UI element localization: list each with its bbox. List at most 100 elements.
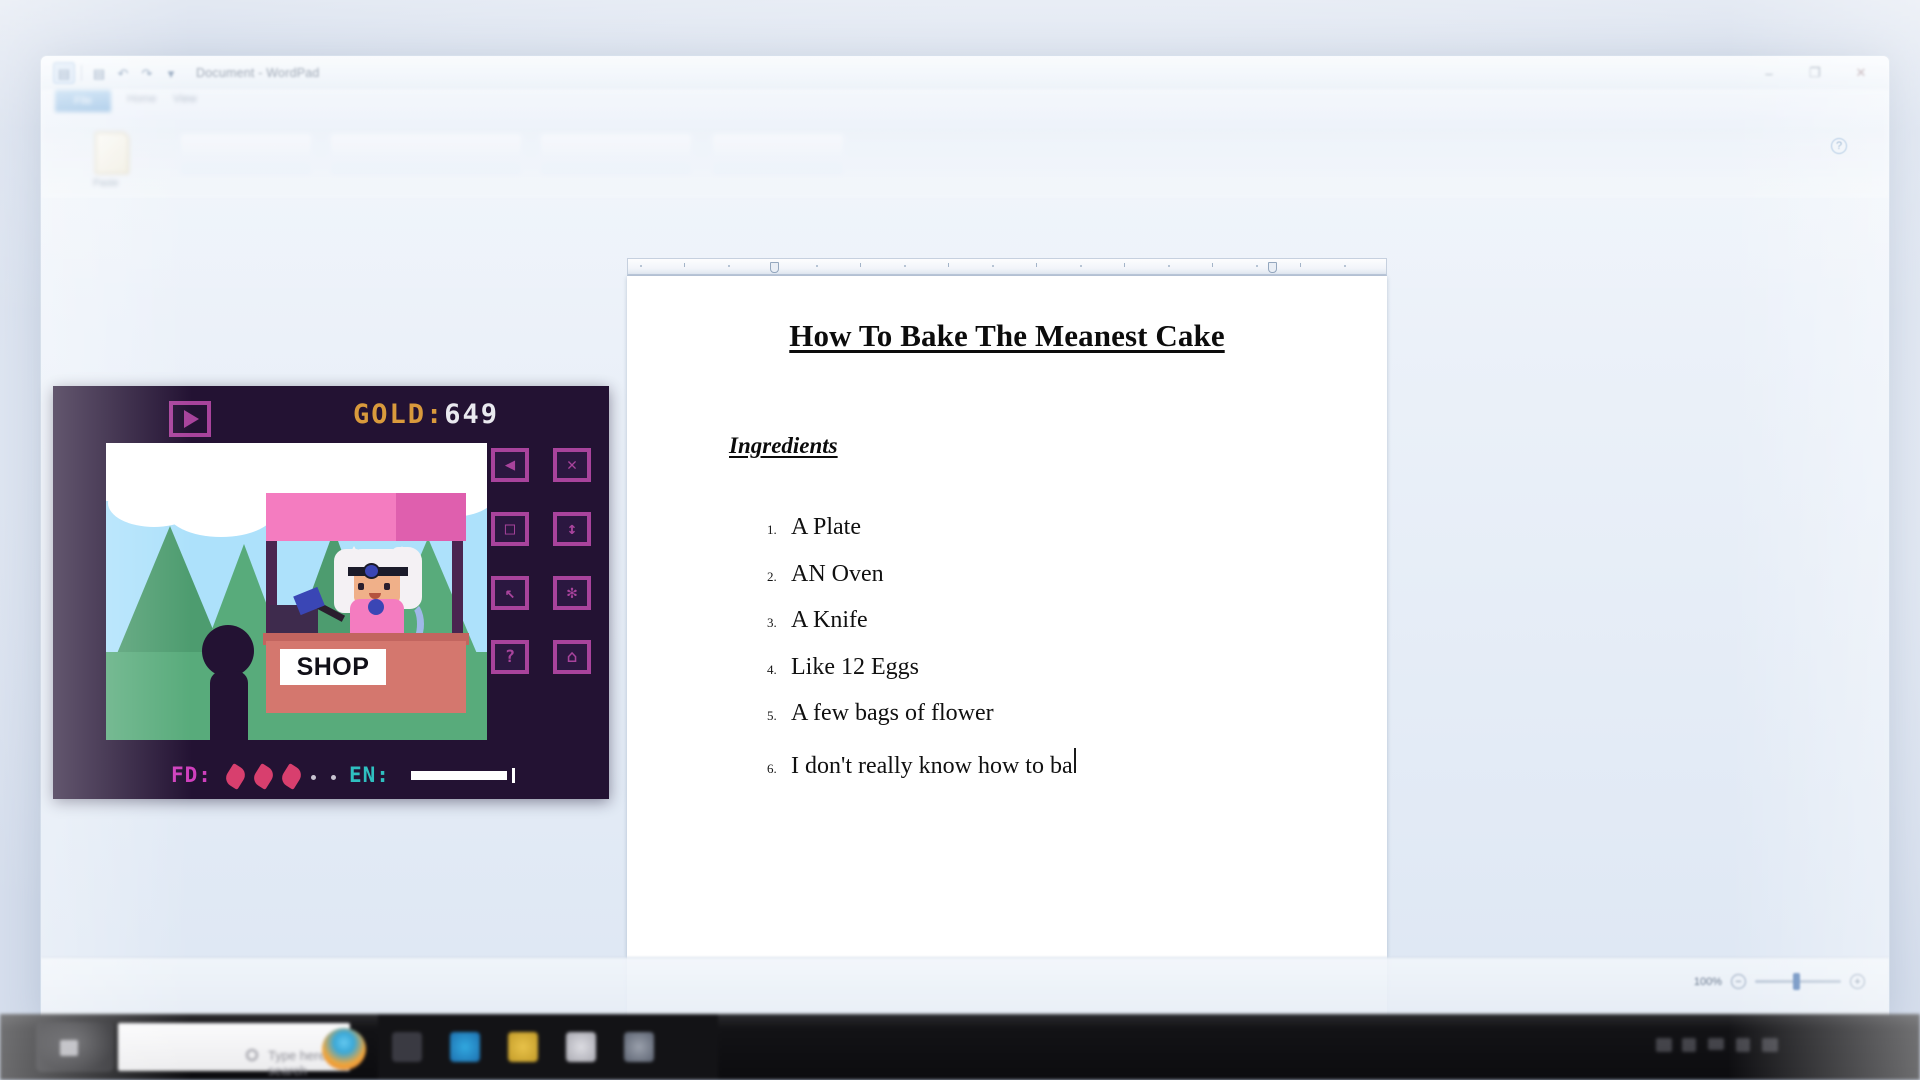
play-icon <box>184 410 199 428</box>
customer-body <box>210 671 248 740</box>
settings-glyph: ✻ <box>567 585 577 602</box>
list-item: 4. Like 12 Eggs <box>767 655 1341 679</box>
list-item: 2. AN Oven <box>767 562 1341 586</box>
right-indent-marker[interactable] <box>1268 262 1277 273</box>
list-item-number: 2. <box>767 570 791 583</box>
minimize-button[interactable]: – <box>1747 61 1791 85</box>
search-icon <box>246 1049 258 1061</box>
ribbon-group-insert[interactable] <box>541 134 691 174</box>
shop-sign-label: SHOP <box>297 653 370 682</box>
cat-eye-left <box>358 583 364 590</box>
search-input[interactable]: Type here to search <box>118 1023 350 1071</box>
list-item-label: I don't really know how to ba <box>791 754 1073 778</box>
exit-glyph: ⌂ <box>567 649 577 666</box>
ribbon-group-font[interactable] <box>181 134 311 174</box>
zoom-level-label: 100% <box>1694 976 1722 988</box>
customer-head <box>202 625 254 677</box>
ribbon-group-editing[interactable] <box>713 134 843 174</box>
zoom-slider[interactable] <box>1755 980 1841 983</box>
zoom-out-button[interactable]: − <box>1731 974 1746 989</box>
taskbar[interactable]: Type here to search <box>0 1014 1920 1080</box>
shop-sign[interactable]: SHOP <box>280 649 386 685</box>
window-title: Document - WordPad <box>196 66 320 80</box>
window-controls[interactable]: – ❐ ✕ <box>1747 56 1883 90</box>
text-cursor <box>1074 748 1076 773</box>
pinned-apps-group[interactable] <box>378 1014 718 1080</box>
inventory-glyph: □ <box>505 521 515 538</box>
tab-view[interactable]: View <box>173 93 197 105</box>
close-icon[interactable]: ✕ <box>553 448 591 482</box>
system-tray[interactable] <box>1650 1028 1900 1068</box>
sound-icon[interactable]: ◀ <box>491 448 529 482</box>
food-pip-empty <box>331 775 336 780</box>
close-button[interactable]: ✕ <box>1839 61 1883 85</box>
stall-awning-right <box>396 493 466 541</box>
sound-glyph: ◀ <box>505 457 515 474</box>
energy-label: EN: <box>349 763 390 787</box>
game-top-bar: GOLD:649 <box>53 386 609 448</box>
cat-goggle-lens <box>363 563 380 579</box>
list-item-label: A Knife <box>791 608 868 632</box>
paste-button[interactable] <box>95 132 129 174</box>
app-menu-icon[interactable]: ▤ <box>53 62 75 84</box>
expand-icon[interactable]: ↖ <box>491 576 529 610</box>
document-page[interactable]: How To Bake The Meanest Cake Ingredients… <box>627 276 1387 1020</box>
help-icon[interactable]: ? <box>1831 138 1847 154</box>
list-item-number: 4. <box>767 663 791 676</box>
tab-home[interactable]: Home <box>127 93 156 105</box>
quick-access-toolbar[interactable]: ▤ ▤ ↶ ↷ ▾ <box>41 62 182 84</box>
ribbon-group-paragraph[interactable] <box>331 134 521 174</box>
cat-eye-right <box>384 583 390 590</box>
help-glyph: ? <box>505 649 515 666</box>
undo-icon[interactable]: ↶ <box>112 62 134 84</box>
list-item-label: A Plate <box>791 515 861 539</box>
exit-icon[interactable]: ⌂ <box>553 640 591 674</box>
wordpad-titlebar[interactable]: ▤ ▤ ↶ ↷ ▾ Document - WordPad – ❐ ✕ <box>41 56 1889 90</box>
maximize-button[interactable]: ❐ <box>1793 61 1837 85</box>
play-button[interactable] <box>169 401 211 437</box>
list-item: 5. A few bags of flower <box>767 701 1341 725</box>
game-window[interactable]: GOLD:649 <box>53 386 609 799</box>
stats-icon[interactable]: ↕ <box>553 512 591 546</box>
game-scene: SHOP <box>106 443 487 740</box>
list-item: 3. A Knife <box>767 608 1341 632</box>
list-item-label: Like 12 Eggs <box>791 655 919 679</box>
taskbar-app-icon[interactable] <box>624 1032 654 1062</box>
list-item: 1. A Plate <box>767 515 1341 539</box>
zoom-control[interactable]: 100% − + <box>1694 974 1865 989</box>
stats-glyph: ↕ <box>567 521 577 538</box>
cat-collar <box>368 599 384 615</box>
food-label: FD: <box>171 763 212 787</box>
first-line-indent-marker[interactable] <box>770 262 779 273</box>
firefox-icon[interactable] <box>322 1028 366 1070</box>
expand-glyph: ↖ <box>505 585 515 602</box>
customize-qat-icon[interactable]: ▾ <box>160 62 182 84</box>
gold-value: 649 <box>444 399 499 430</box>
wordpad-statusbar: 100% − + <box>41 957 1889 1019</box>
tab-file[interactable]: File <box>55 90 111 112</box>
list-item-label: A few bags of flower <box>791 701 994 725</box>
ingredients-list: 1. A Plate 2. AN Oven 3. A Knife 4. Like… <box>767 515 1341 778</box>
windows-logo-icon <box>60 1040 78 1056</box>
help-icon[interactable]: ? <box>491 640 529 674</box>
horizontal-ruler[interactable] <box>627 258 1387 276</box>
zoom-slider-thumb[interactable] <box>1793 973 1800 990</box>
zoom-in-button[interactable]: + <box>1850 974 1865 989</box>
list-item: 6. I don't really know how to ba <box>767 748 1341 778</box>
game-hud: FD: EN: <box>53 751 609 799</box>
settings-icon[interactable]: ✻ <box>553 576 591 610</box>
taskbar-app-icon[interactable] <box>450 1032 480 1062</box>
inventory-icon[interactable]: □ <box>491 512 529 546</box>
taskbar-app-icon[interactable] <box>392 1032 422 1062</box>
save-icon[interactable]: ▤ <box>88 62 110 84</box>
section-heading: Ingredients <box>729 433 1341 459</box>
food-pip-filled <box>223 763 249 790</box>
gold-label: GOLD: <box>353 399 444 430</box>
taskbar-app-icon[interactable] <box>508 1032 538 1062</box>
food-pip-empty <box>311 775 316 780</box>
energy-bar-fill <box>411 771 507 780</box>
taskbar-app-icon[interactable] <box>566 1032 596 1062</box>
list-item-number: 1. <box>767 523 791 536</box>
redo-icon[interactable]: ↷ <box>136 62 158 84</box>
wordpad-ribbon[interactable]: File Home View Paste <box>41 90 1889 198</box>
